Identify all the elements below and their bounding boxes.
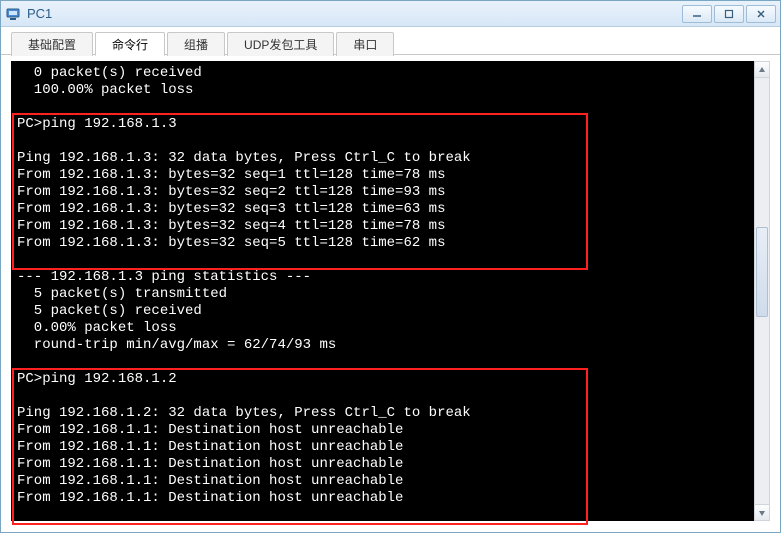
scroll-track[interactable]	[755, 78, 769, 504]
window-title: PC1	[27, 6, 680, 21]
window-controls	[680, 5, 776, 23]
titlebar: PC1	[1, 1, 780, 27]
scroll-thumb[interactable]	[756, 227, 768, 317]
tab-basic-config[interactable]: 基础配置	[11, 32, 93, 56]
tabbar: 基础配置 命令行 组播 UDP发包工具 串口	[1, 27, 780, 55]
maximize-button[interactable]	[714, 5, 744, 23]
app-icon	[5, 6, 21, 22]
tab-command-line[interactable]: 命令行	[95, 32, 165, 56]
tab-multicast[interactable]: 组播	[167, 32, 225, 56]
terminal-wrap: 0 packet(s) received 100.00% packet loss…	[1, 55, 780, 531]
minimize-button[interactable]	[682, 5, 712, 23]
close-button[interactable]	[746, 5, 776, 23]
terminal-output[interactable]: 0 packet(s) received 100.00% packet loss…	[11, 61, 770, 521]
scrollbar[interactable]	[754, 61, 770, 521]
tab-udp-tool[interactable]: UDP发包工具	[227, 32, 334, 56]
scroll-down-button[interactable]	[755, 504, 769, 520]
scroll-up-button[interactable]	[755, 62, 769, 78]
tab-serial[interactable]: 串口	[336, 32, 394, 56]
